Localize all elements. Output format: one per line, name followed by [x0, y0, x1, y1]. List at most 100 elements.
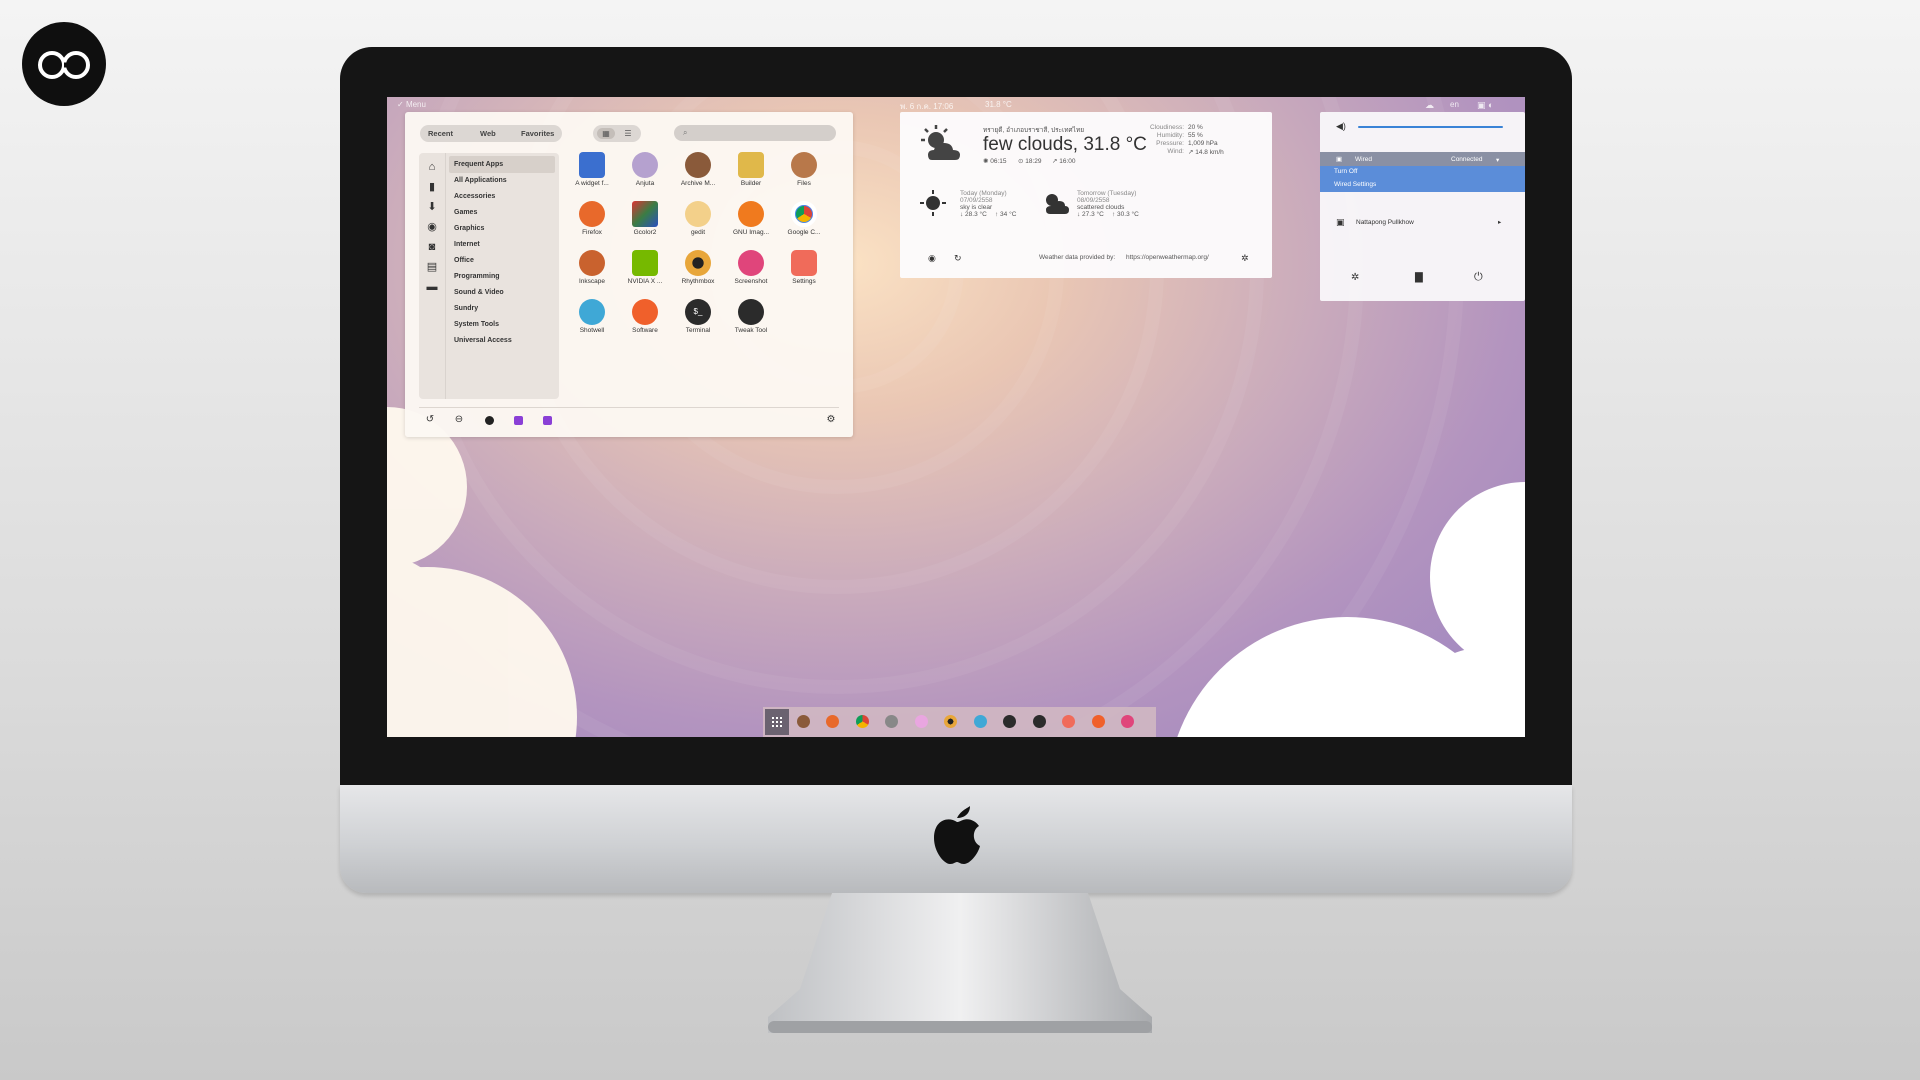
app-anjuta[interactable]: Anjuta: [618, 152, 672, 187]
app-firefox[interactable]: Firefox: [565, 201, 619, 236]
refresh-icon[interactable]: ↻: [954, 253, 962, 264]
chevron-right-icon[interactable]: ▸: [1498, 218, 1501, 226]
forecast-day: Today (Monday): [960, 190, 1007, 197]
screenshot-icon: [738, 250, 764, 276]
category-sundry[interactable]: Sundry: [449, 300, 555, 317]
application-menu: Recent Web Favorites ▦ ☰ ⌕ ⌂ ▮ ⬇ ◉ ◙ ▤ ▬…: [405, 112, 853, 437]
screenshot-icon[interactable]: [1121, 715, 1134, 728]
weather-widget: ทรายุดี, อำเภอบราชาสี, ประเทศไทย few clo…: [900, 112, 1272, 278]
category-graphics[interactable]: Graphics: [449, 220, 555, 237]
category-programming[interactable]: Programming: [449, 268, 555, 285]
download-icon[interactable]: ⬇: [425, 201, 439, 213]
forecast-date: 08/09/2558: [1077, 197, 1110, 204]
category-office[interactable]: Office: [449, 252, 555, 269]
panel-weather[interactable]: 31.8 °C: [985, 100, 1012, 109]
purple-square-icon[interactable]: [514, 416, 523, 425]
grid-view-icon[interactable]: ▦: [597, 128, 615, 139]
app-gcolor2[interactable]: Gcolor2: [618, 201, 672, 236]
category-games[interactable]: Games: [449, 204, 555, 221]
app-gimp[interactable]: GNU Imag...: [724, 201, 778, 236]
tab-web[interactable]: Web: [480, 129, 496, 138]
category-accessories[interactable]: Accessories: [449, 188, 555, 205]
system-indicators-icon[interactable]: ▣ ◐: [1477, 100, 1493, 111]
trash-icon[interactable]: ▬: [425, 281, 439, 293]
app-tweak-tool[interactable]: Tweak Tool: [724, 299, 778, 334]
app-gedit[interactable]: gedit: [671, 201, 725, 236]
category-sound-video[interactable]: Sound & Video: [449, 284, 555, 301]
power-icon[interactable]: ⏻: [1474, 271, 1483, 284]
keyboard-layout[interactable]: en: [1450, 100, 1459, 109]
category-frequent-apps[interactable]: Frequent Apps: [449, 156, 555, 173]
home-icon[interactable]: ⌂: [425, 161, 439, 173]
category-system-tools[interactable]: System Tools: [449, 316, 555, 333]
minus-circle-icon[interactable]: ⊖: [453, 414, 465, 426]
rhythmbox-icon[interactable]: [944, 715, 957, 728]
weather-status-icon[interactable]: ☁: [1425, 100, 1434, 111]
app-inkscape[interactable]: Inkscape: [565, 250, 619, 285]
shotwell-icon[interactable]: [974, 715, 987, 728]
app-google-chrome[interactable]: Google C...: [777, 201, 831, 236]
app-builder[interactable]: Builder: [724, 152, 778, 187]
app-settings[interactable]: Settings: [777, 250, 831, 285]
settings-icon[interactable]: [1062, 715, 1075, 728]
disk-icon[interactable]: [885, 715, 898, 728]
forecast-day: Tomorrow (Tuesday): [1077, 190, 1137, 197]
user-name[interactable]: Nattapong Pullkhow: [1356, 219, 1414, 226]
app-software[interactable]: Software: [618, 299, 672, 334]
weather-condition: few clouds, 31.8 °C: [983, 134, 1147, 155]
app-terminal[interactable]: $_ Terminal: [671, 299, 725, 334]
anjuta-icon[interactable]: [915, 715, 928, 728]
document-icon[interactable]: ▮: [425, 181, 439, 193]
tweak-tool-icon[interactable]: [1033, 715, 1046, 728]
chevron-down-icon: ▾: [1496, 157, 1500, 164]
widget-factory-icon: [579, 152, 605, 178]
detail-value: ↗ 14.8 km/h: [1188, 149, 1224, 156]
forecast-low: ↓ 27.3 °C: [1077, 211, 1104, 218]
black-dot-icon[interactable]: [485, 416, 494, 425]
menu-button[interactable]: ✓ Menu: [397, 100, 426, 109]
category-internet[interactable]: Internet: [449, 236, 555, 253]
show-apps-icon[interactable]: [765, 709, 789, 735]
wired-network-row[interactable]: ▣ Wired Connected ▾: [1320, 152, 1525, 166]
settings-tools-icon[interactable]: ✲: [1351, 272, 1359, 283]
wired-settings-item[interactable]: Wired Settings: [1334, 181, 1376, 188]
archive-manager-icon[interactable]: [797, 715, 810, 728]
tab-recent[interactable]: Recent: [428, 129, 453, 138]
app-nvidia-settings[interactable]: NVIDIA X ...: [618, 250, 672, 285]
location-icon[interactable]: ◉: [928, 253, 936, 264]
refresh-icon[interactable]: ↺: [424, 414, 436, 426]
app-rhythmbox[interactable]: Rhythmbox: [671, 250, 725, 285]
gear-icon[interactable]: ⚙: [825, 414, 837, 426]
forecast-high: ↑ 30.3 °C: [1112, 211, 1139, 218]
forecast-summary: sky is clear: [960, 204, 993, 211]
app-shotwell[interactable]: Shotwell: [565, 299, 619, 334]
category-universal-access[interactable]: Universal Access: [449, 332, 555, 349]
chrome-icon[interactable]: [856, 715, 869, 728]
network-name: Wired: [1355, 156, 1372, 163]
purple-square-icon[interactable]: [543, 416, 552, 425]
firefox-icon[interactable]: [826, 715, 839, 728]
few-clouds-icon: [921, 125, 960, 160]
video-icon[interactable]: ▤: [425, 261, 439, 273]
gimp-icon: [738, 201, 764, 227]
volume-slider[interactable]: [1358, 126, 1503, 128]
weather-settings-icon[interactable]: ✲: [1241, 253, 1249, 264]
volume-icon: ◀): [1336, 121, 1346, 131]
app-archive-manager[interactable]: Archive M...: [671, 152, 725, 187]
builder-icon: [738, 152, 764, 178]
app-screenshot[interactable]: Screenshot: [724, 250, 778, 285]
search-input[interactable]: ⌕: [674, 125, 836, 141]
tab-favorites[interactable]: Favorites: [521, 129, 554, 138]
inkscape-icon: [579, 250, 605, 276]
weather-footer-link[interactable]: https://openweathermap.org/: [1126, 254, 1209, 261]
list-view-icon[interactable]: ☰: [619, 128, 637, 139]
camera-icon[interactable]: ◙: [425, 241, 439, 253]
music-disc-icon[interactable]: ◉: [425, 221, 439, 233]
lock-icon[interactable]: ▇: [1415, 272, 1423, 283]
app-files[interactable]: Files: [777, 152, 831, 187]
software-icon[interactable]: [1092, 715, 1105, 728]
terminal-icon[interactable]: [1003, 715, 1016, 728]
turn-off-item[interactable]: Turn Off: [1334, 168, 1357, 175]
app-widget-factory[interactable]: A widget f...: [565, 152, 619, 187]
category-all-applications[interactable]: All Applications: [449, 172, 555, 189]
